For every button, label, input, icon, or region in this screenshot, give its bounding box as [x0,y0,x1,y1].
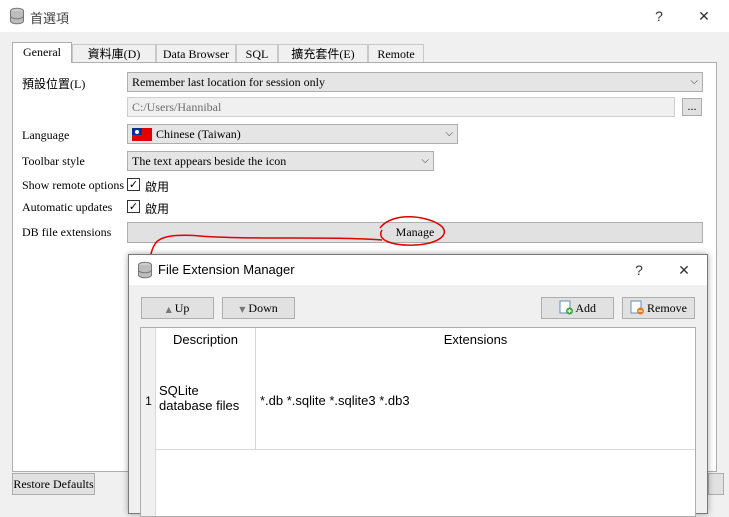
show-remote-checkbox[interactable]: ✓ [127,178,140,191]
auto-updates-checkbox[interactable]: ✓ [127,200,140,213]
toolbar-style-value: The text appears beside the icon [132,154,287,168]
tab-data-browser[interactable]: Data Browser [156,44,236,62]
default-location-combo[interactable]: Remember last location for session only … [127,72,703,92]
add-file-icon [559,300,573,315]
dialog-title: File Extension Manager [158,262,295,277]
restore-defaults-button[interactable]: Restore Defaults [12,473,95,495]
dialog-close-button[interactable]: ✕ [670,259,698,281]
tab-extensions[interactable]: 擴充套件(E) [278,44,368,62]
arrow-down-icon: ▼ [239,305,246,314]
default-location-label: 預設位置(L) [22,77,86,91]
language-combo[interactable]: Chinese (Taiwan) ⌵ [127,124,458,144]
dialog-help-button[interactable]: ? [625,259,653,281]
location-path-value: C:/Users/Hannibal [132,100,222,114]
remove-file-icon [630,300,644,315]
down-button[interactable]: ▼ Down [222,297,295,319]
window-titlebar: 首選項 ? ✕ [0,0,729,32]
chevron-down-icon: ⌵ [421,155,429,166]
language-value: Chinese (Taiwan) [156,127,241,141]
column-header-extensions[interactable]: Extensions [256,328,695,352]
default-location-value: Remember last location for session only [132,75,325,89]
add-label: Add [575,301,596,315]
database-icon [10,7,24,25]
toolbar-style-combo[interactable]: The text appears beside the icon ⌵ [127,151,434,171]
file-extension-dialog: File Extension Manager ? ✕ ▲ Up ▼ Down A… [128,254,708,517]
partial-button[interactable] [708,473,724,495]
language-label: Language [22,128,70,142]
toolbar-style-label: Toolbar style [22,154,85,168]
tab-database[interactable]: 資料庫(D) [72,44,156,62]
add-button[interactable]: Add [541,297,614,319]
up-button[interactable]: ▲ Up [141,297,214,319]
manage-button[interactable]: Manage [127,222,703,243]
database-icon [138,261,152,279]
chevron-down-icon: ⌵ [445,128,453,139]
auto-updates-checkbox-label: 啟用 [145,202,170,216]
db-extensions-label: DB file extensions [22,225,112,239]
description-cell[interactable]: SQLite database files [156,352,256,450]
tab-sql[interactable]: SQL [236,44,278,62]
dialog-titlebar: File Extension Manager ? ✕ [129,255,707,285]
help-button[interactable]: ? [645,5,673,27]
show-remote-checkbox-label: 啟用 [145,180,170,194]
auto-updates-label: Automatic updates [22,200,113,214]
location-path-field[interactable]: C:/Users/Hannibal [127,97,675,117]
window-title: 首選項 [30,11,70,26]
column-header-description[interactable]: Description [156,328,256,352]
remove-label: Remove [647,301,687,315]
taiwan-flag-icon [132,128,152,141]
chevron-down-icon: ⌵ [690,76,698,87]
browse-button[interactable]: ... [682,98,702,116]
row-index: 1 [145,394,152,408]
tab-general[interactable]: General [12,42,72,63]
extensions-cell[interactable]: *.db *.sqlite *.sqlite3 *.db3 [256,352,695,450]
up-label: Up [174,301,190,315]
tab-remote[interactable]: Remote [368,44,424,62]
extension-table: Description Extensions 1 SQLite database… [140,327,696,517]
down-label: Down [248,301,278,315]
arrow-up-icon: ▲ [165,305,172,314]
show-remote-label: Show remote options [22,178,124,192]
remove-button[interactable]: Remove [622,297,695,319]
close-button[interactable]: ✕ [690,5,718,27]
